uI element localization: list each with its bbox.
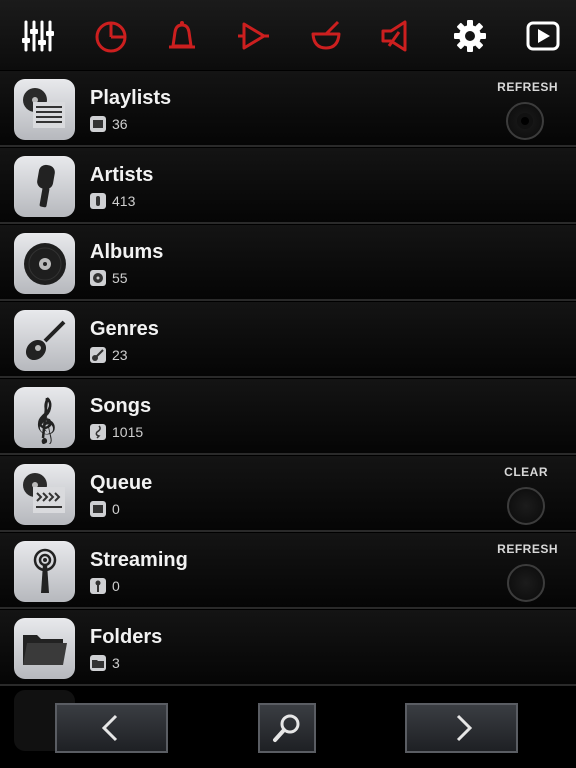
bell-icon [169,21,195,49]
folder-icon [22,634,67,665]
count-value: 23 [112,347,128,363]
forward-button[interactable] [405,703,518,753]
item-title: Folders [90,626,163,648]
list-item-playlists[interactable]: Playlists 36 REFRESH [0,71,576,147]
count-value: 3 [112,655,120,671]
refresh-button[interactable] [506,102,544,140]
treble-clef-icon: 𝄞 [33,396,56,444]
list-item-albums[interactable]: Albums 55 [0,225,576,301]
list-item-genres[interactable]: Genres 23 [0,302,576,378]
item-title: Artists [90,164,154,186]
item-title: Genres [90,318,159,340]
disc-icon [23,242,66,285]
chevron-left-icon [101,714,117,742]
playlist-icon [22,87,65,128]
albums-tile [14,233,75,294]
bowl-button[interactable] [304,14,348,58]
list-item-songs[interactable]: 𝄞 Songs 1015 [0,379,576,455]
count-value: 55 [112,270,128,286]
count-value: 0 [112,501,120,517]
list-item-streaming[interactable]: Streaming 0 REFRESH [0,533,576,609]
bowl-icon [311,20,341,50]
item-title: Albums [90,241,164,263]
search-icon [273,714,300,742]
count-value: 0 [112,578,120,594]
item-count: 55 [90,270,128,286]
clock-pie-icon [95,21,127,53]
list-item-artists[interactable]: Artists 413 [0,148,576,224]
settings-button[interactable] [448,14,492,58]
refresh-button[interactable] [507,564,545,602]
gear-icon [454,20,486,52]
item-title: Queue [90,472,153,494]
list-item-queue[interactable]: Queue 0 CLEAR [0,456,576,532]
refresh-label: REFRESH [497,80,558,94]
queue-icon [22,472,65,513]
count-value: 1015 [112,424,144,440]
antenna-icon [33,548,56,593]
back-button[interactable] [55,703,168,753]
list-item-folders[interactable]: Folders 3 [0,610,576,686]
queue-tile [14,464,75,525]
item-count: 413 [90,193,135,209]
sleep-timer-button[interactable] [89,14,133,58]
refresh-label: REFRESH [497,542,558,556]
playlist-mini-icon [90,116,106,132]
item-title: Songs [90,395,152,417]
play-mode-button[interactable] [231,14,275,58]
item-count: 0 [90,501,120,517]
chevron-right-icon [456,714,472,742]
play-box-icon [526,21,560,51]
antenna-mini-icon [90,578,106,594]
alarm-button[interactable] [160,14,204,58]
folders-tile [14,618,75,679]
folder-mini-icon [90,655,106,671]
genres-tile [14,310,75,371]
play-outline-icon [238,22,269,50]
clef-mini-icon [90,424,106,440]
clear-button[interactable] [507,487,545,525]
count-value: 36 [112,116,128,132]
item-count: 36 [90,116,128,132]
item-title: Playlists [90,87,172,109]
item-count: 23 [90,347,128,363]
guitar-icon [25,320,65,360]
streaming-tile [14,541,75,602]
mixer-button[interactable] [16,14,60,58]
now-playing-button[interactable] [521,14,565,58]
playlist-tile [14,79,75,140]
queue-mini-icon [90,501,106,517]
songs-tile: 𝄞 [14,387,75,448]
item-title: Streaming [90,549,188,571]
speaker-icon [381,20,407,52]
microphone-icon [36,164,55,207]
item-count: 0 [90,578,120,594]
item-count: 1015 [90,424,143,440]
disc-mini-icon [90,270,106,286]
item-count: 3 [90,655,120,671]
count-value: 413 [112,193,136,209]
clear-label: CLEAR [504,465,548,479]
mixer-sliders-icon [22,20,54,52]
search-button[interactable] [258,703,316,753]
microphone-mini-icon [90,193,106,209]
top-toolbar [0,0,576,70]
speaker-button[interactable] [375,14,419,58]
artists-tile [14,156,75,217]
guitar-mini-icon [90,347,106,363]
